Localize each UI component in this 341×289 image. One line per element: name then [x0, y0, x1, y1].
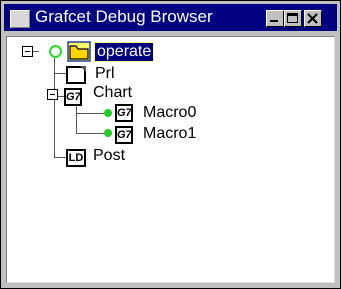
tree-connector — [54, 73, 66, 74]
title-bar[interactable]: Grafcet Debug Browser — [4, 4, 337, 31]
collapse-toggle-chart[interactable] — [47, 89, 58, 100]
tree-item-macro1[interactable]: Macro1 — [143, 125, 196, 143]
active-step-icon — [104, 129, 112, 137]
minimize-icon — [270, 20, 278, 22]
tree-item-prl[interactable]: Prl — [95, 65, 115, 83]
maximize-button[interactable] — [284, 10, 302, 27]
system-menu-icon[interactable] — [10, 10, 30, 28]
program-icon — [66, 66, 86, 84]
folder-icon — [67, 41, 91, 62]
collapse-toggle-operate[interactable] — [22, 46, 33, 57]
close-icon — [307, 13, 318, 24]
tree-view[interactable]: operate Prl G7 Chart G7 Macro0 G7 Macro1… — [6, 36, 335, 283]
tree-connector — [76, 103, 77, 133]
app-window: Grafcet Debug Browser operate Prl G7 Cha… — [0, 0, 341, 289]
active-step-icon — [104, 109, 112, 117]
tree-connector — [76, 133, 104, 134]
maximize-icon — [287, 13, 298, 23]
close-button[interactable] — [304, 10, 322, 27]
tree-connector — [76, 113, 104, 114]
tree-item-operate[interactable]: operate — [93, 42, 155, 62]
active-step-icon — [49, 45, 62, 58]
grafcet-icon: G7 — [115, 104, 133, 122]
tree-connector — [54, 157, 66, 158]
tree-item-macro0[interactable]: Macro0 — [143, 104, 196, 122]
grafcet-icon: G7 — [64, 88, 82, 106]
tree-item-post[interactable]: Post — [93, 147, 125, 165]
minimize-button[interactable] — [266, 10, 284, 27]
grafcet-icon: G7 — [115, 126, 133, 144]
window-title: Grafcet Debug Browser — [35, 7, 213, 26]
ladder-icon: LD — [66, 149, 86, 167]
tree-item-chart[interactable]: Chart — [93, 84, 132, 102]
